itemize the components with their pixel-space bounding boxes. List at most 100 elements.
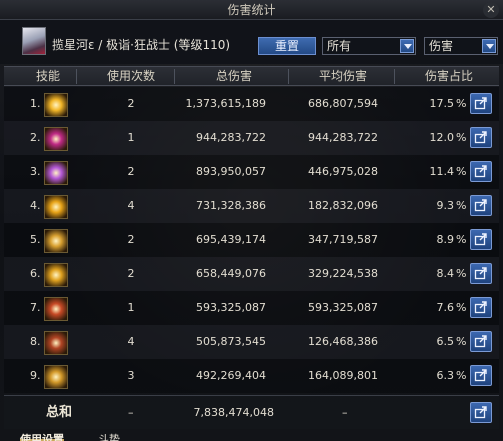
column-header-total[interactable]: 总伤害 [204,67,264,85]
table-row[interactable]: 7. 1 593,325,087 593,325,087 7.6% [4,291,499,325]
chevron-down-icon[interactable] [400,39,414,53]
use-count: 4 [127,199,135,212]
total-damage: 505,873,545 [196,335,266,348]
damage-stats-window: 伤害统计 ✕ 揽星河ε / 极诣·狂战士 (等级110) 重置 所有 伤害 技能… [0,0,503,441]
column-divider [174,69,175,84]
use-count: 1 [127,301,135,314]
percent-sign: % [456,165,467,178]
share-icon [474,233,487,246]
percent-sign: % [456,369,467,382]
share-button[interactable] [470,402,492,423]
table-row[interactable]: 3. 2 893,950,057 446,975,028 11.4% [4,155,499,189]
column-header-percent[interactable]: 伤害占比 [416,67,482,85]
total-damage: 492,269,404 [196,369,266,382]
average-damage: 329,224,538 [308,267,378,280]
average-damage: 446,975,028 [308,165,378,178]
close-icon[interactable]: ✕ [483,2,499,18]
share-icon [474,199,487,212]
damage-percent: 17.5 [429,97,455,110]
row-index: 4. [30,199,41,212]
percent-sign: % [456,233,467,246]
skill-icon[interactable] [44,93,68,117]
row-index: 6. [30,267,41,280]
total-count: – [128,406,134,419]
total-damage: 7,838,474,048 [193,406,274,419]
table-row[interactable]: 1. 2 1,373,615,189 686,807,594 17.5% [4,87,499,121]
column-header-skill[interactable]: 技能 [26,67,70,85]
share-button[interactable] [470,263,492,284]
table-row[interactable]: 2. 1 944,283,722 944,283,722 12.0% [4,121,499,155]
share-button[interactable] [470,93,492,114]
percent-sign: % [456,97,467,110]
total-label: 总和 [46,405,73,420]
average-damage: 686,807,594 [308,97,378,110]
skill-icon[interactable] [44,229,68,253]
share-button[interactable] [470,195,492,216]
type-select[interactable]: 伤害 [424,37,498,55]
skill-icon[interactable] [44,331,68,355]
share-icon [474,335,487,348]
average-damage: 126,468,386 [308,335,378,348]
average-damage: 593,325,087 [308,301,378,314]
percent-sign: % [456,199,467,212]
total-damage: 944,283,722 [196,131,266,144]
table-row[interactable]: 9. 3 492,269,404 164,089,801 6.3% [4,359,499,393]
average-damage: 347,719,587 [308,233,378,246]
chevron-down-icon[interactable] [482,39,496,53]
damage-percent: 6.5 [436,335,455,348]
total-row: 总和 – 7,838,474,048 – [4,395,499,429]
table-row[interactable]: 6. 2 658,449,076 329,224,538 8.4% [4,257,499,291]
skill-icon[interactable] [44,263,68,287]
share-button[interactable] [470,365,492,386]
total-damage: 658,449,076 [196,267,266,280]
share-button[interactable] [470,331,492,352]
skill-icon[interactable] [44,161,68,185]
tab-momentum[interactable]: 斗势 [98,431,120,441]
total-damage: 593,325,087 [196,301,266,314]
share-button[interactable] [470,297,492,318]
damage-percent: 7.6 [436,301,455,314]
damage-percent: 8.9 [436,233,455,246]
table-header: 技能 使用次数 总伤害 平均伤害 伤害占比 [4,66,499,86]
average-damage: 164,089,801 [308,369,378,382]
reset-button[interactable]: 重置 [258,37,316,55]
column-divider [394,69,395,84]
damage-percent: 12.0 [429,131,455,144]
percent-sign: % [456,301,467,314]
column-header-count[interactable]: 使用次数 [100,67,162,85]
damage-percent: 6.3 [436,369,455,382]
use-count: 1 [127,131,135,144]
tab-usage-settings[interactable]: 使用设置 [20,431,64,441]
average-damage: 182,832,096 [308,199,378,212]
title-bar[interactable]: 伤害统计 ✕ [0,0,503,20]
filter-select[interactable]: 所有 [322,37,416,55]
percent-sign: % [456,131,467,144]
row-index: 5. [30,233,41,246]
total-damage: 731,328,386 [196,199,266,212]
damage-percent: 8.4 [436,267,455,280]
character-name: 揽星河ε / 极诣·狂战士 (等级110) [52,38,231,52]
filter-select-value: 所有 [327,39,352,53]
use-count: 4 [127,335,135,348]
share-button[interactable] [470,127,492,148]
skill-icon[interactable] [44,297,68,321]
skill-icon[interactable] [44,195,68,219]
share-icon [474,165,487,178]
table-row[interactable]: 8. 4 505,873,545 126,468,386 6.5% [4,325,499,359]
share-icon [474,267,487,280]
average-damage: 944,283,722 [308,131,378,144]
table-row[interactable]: 4. 4 731,328,386 182,832,096 9.3% [4,189,499,223]
share-button[interactable] [470,161,492,182]
use-count: 2 [127,267,135,280]
share-icon [474,369,487,382]
table-row[interactable]: 5. 2 695,439,174 347,719,587 8.9% [4,223,499,257]
total-average: – [342,406,348,419]
skill-icon[interactable] [44,127,68,151]
column-header-average[interactable]: 平均伤害 [308,67,378,85]
skill-icon[interactable] [44,365,68,389]
damage-percent: 9.3 [436,199,455,212]
row-index: 9. [30,369,41,382]
share-icon [474,97,487,110]
share-button[interactable] [470,229,492,250]
window-title: 伤害统计 [227,3,276,17]
